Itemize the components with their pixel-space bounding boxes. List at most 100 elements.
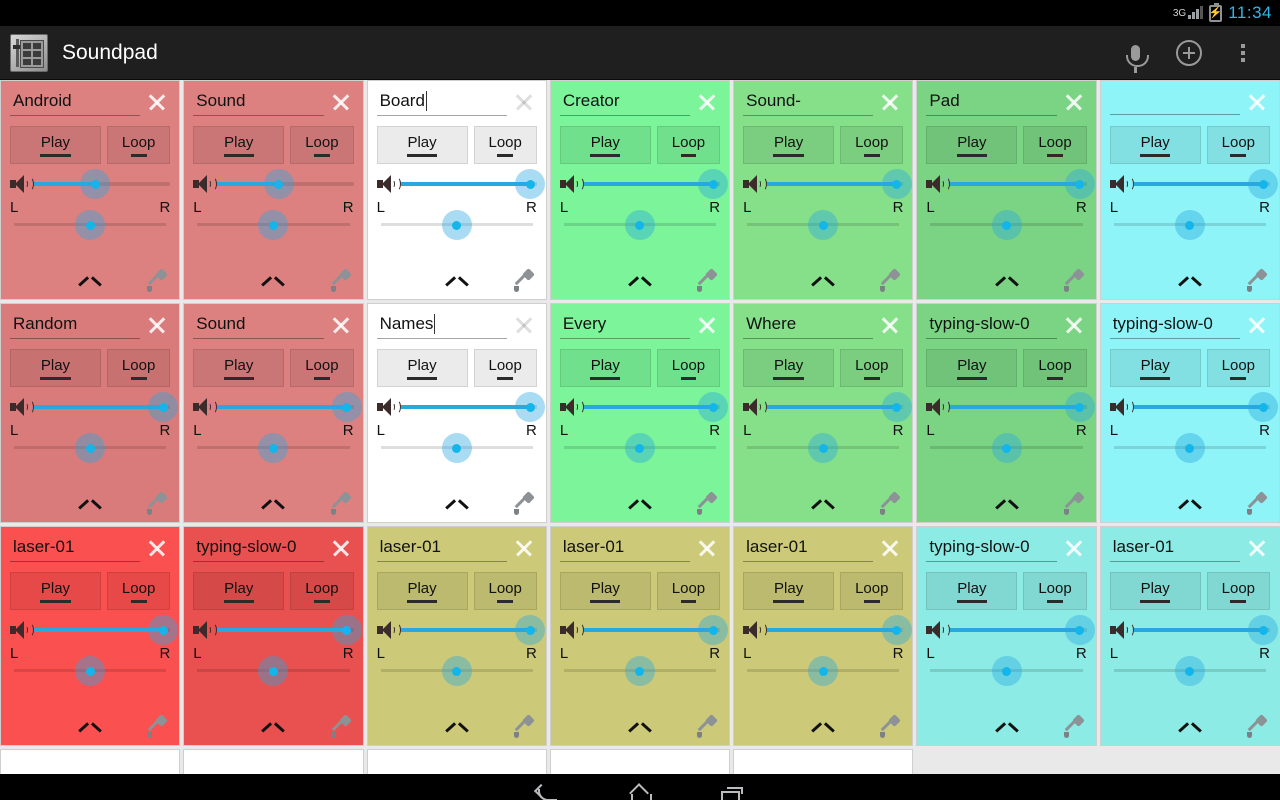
eyedropper-icon[interactable]	[696, 714, 718, 738]
volume-slider-row[interactable]	[376, 615, 546, 645]
volume-slider-thumb[interactable]	[515, 169, 546, 199]
eyedropper-icon[interactable]	[146, 268, 169, 292]
sound-title-input[interactable]: laser-01	[743, 535, 874, 562]
sound-card[interactable]: Play Loop L R	[1099, 80, 1280, 300]
play-button[interactable]: Play	[376, 349, 468, 387]
loop-button[interactable]: Loop	[290, 126, 354, 164]
pan-slider-thumb[interactable]	[991, 433, 1022, 463]
play-button[interactable]: Play	[743, 126, 835, 164]
close-icon[interactable]	[144, 89, 170, 115]
sound-title-input[interactable]: laser-01	[376, 535, 507, 562]
loop-button[interactable]: Loop	[473, 572, 537, 610]
pan-slider[interactable]	[193, 433, 353, 463]
sound-title-input[interactable]: Android	[10, 89, 141, 116]
pan-slider-thumb[interactable]	[258, 656, 289, 686]
volume-slider-row[interactable]	[1109, 615, 1279, 645]
loop-button[interactable]: Loop	[473, 126, 537, 164]
chevron-up-icon[interactable]	[629, 724, 651, 738]
close-icon[interactable]	[1244, 89, 1270, 115]
eyedropper-icon[interactable]	[513, 491, 535, 515]
volume-slider-thumb[interactable]	[881, 169, 912, 199]
close-icon[interactable]	[511, 535, 537, 561]
chevron-up-icon[interactable]	[262, 501, 284, 515]
volume-slider-thumb[interactable]	[1064, 392, 1095, 422]
chevron-up-icon[interactable]	[812, 278, 834, 292]
pan-slider[interactable]	[10, 656, 170, 686]
volume-slider-row[interactable]	[193, 169, 354, 199]
sound-card[interactable]: typing-slow-0 Play Loop L R	[183, 526, 364, 746]
chevron-up-icon[interactable]	[996, 278, 1018, 292]
volume-slider-row[interactable]	[193, 392, 362, 422]
pan-slider-thumb[interactable]	[441, 210, 472, 240]
loop-button[interactable]: Loop	[1206, 349, 1270, 387]
volume-slider-thumb[interactable]	[1064, 615, 1095, 645]
eyedropper-icon[interactable]	[1063, 491, 1085, 515]
volume-slider-row[interactable]	[743, 169, 912, 199]
loop-button[interactable]: Loop	[656, 349, 721, 387]
pan-slider[interactable]	[1110, 433, 1270, 463]
chevron-up-icon[interactable]	[812, 501, 834, 515]
pan-slider-thumb[interactable]	[808, 656, 839, 686]
pan-slider[interactable]	[377, 656, 537, 686]
sound-card-partial[interactable]	[549, 749, 731, 774]
loop-button[interactable]: Loop	[840, 572, 904, 610]
close-icon[interactable]	[1061, 89, 1087, 115]
sound-title-input[interactable]: Creator	[559, 89, 691, 116]
close-icon[interactable]	[144, 535, 170, 561]
volume-slider-row[interactable]	[1109, 392, 1279, 422]
play-button[interactable]: Play	[743, 572, 835, 610]
sound-title-input[interactable]	[1109, 89, 1240, 115]
volume-slider-row[interactable]	[10, 169, 171, 199]
volume-slider[interactable]	[583, 169, 729, 199]
close-icon[interactable]	[328, 312, 354, 338]
pan-slider-thumb[interactable]	[441, 656, 472, 686]
close-icon[interactable]	[1061, 312, 1087, 338]
eyedropper-icon[interactable]	[1246, 714, 1268, 738]
close-icon[interactable]	[694, 535, 720, 561]
sound-card-partial[interactable]	[366, 749, 547, 774]
sound-title-input[interactable]: Sound-	[743, 89, 874, 116]
close-icon[interactable]	[328, 89, 354, 115]
volume-slider-row[interactable]	[10, 615, 179, 645]
play-button[interactable]: Play	[559, 572, 651, 610]
sound-card[interactable]: typing-slow-0 Play Loop L R	[916, 303, 1097, 523]
eyedropper-icon[interactable]	[696, 268, 718, 292]
loop-button[interactable]: Loop	[106, 349, 171, 387]
pan-slider[interactable]	[926, 210, 1086, 240]
eyedropper-icon[interactable]	[330, 268, 352, 292]
play-button[interactable]: Play	[376, 126, 468, 164]
eyedropper-icon[interactable]	[1063, 268, 1085, 292]
pan-slider-thumb[interactable]	[624, 210, 655, 240]
volume-slider-row[interactable]	[193, 615, 362, 645]
volume-slider[interactable]	[583, 615, 729, 645]
volume-slider[interactable]	[217, 392, 362, 422]
sound-title-input[interactable]: typing-slow-0	[1109, 312, 1240, 339]
pan-slider-thumb[interactable]	[441, 433, 472, 463]
pan-slider-thumb[interactable]	[991, 210, 1022, 240]
sound-card[interactable]: laser-01 Play Loop L R	[0, 526, 181, 746]
sound-title-input[interactable]: Every	[559, 312, 691, 339]
sound-title-input[interactable]: Where	[743, 312, 874, 339]
volume-slider[interactable]	[400, 169, 546, 199]
pan-slider[interactable]	[193, 656, 353, 686]
eyedropper-icon[interactable]	[146, 491, 169, 515]
close-icon[interactable]	[144, 312, 170, 338]
volume-slider-thumb[interactable]	[80, 169, 111, 199]
sound-card[interactable]: Where Play Loop L R	[733, 303, 914, 523]
pan-slider[interactable]	[10, 210, 170, 240]
pan-slider[interactable]	[743, 433, 903, 463]
volume-slider-row[interactable]	[926, 615, 1095, 645]
pan-slider[interactable]	[926, 656, 1086, 686]
volume-slider-thumb[interactable]	[331, 615, 362, 645]
volume-slider[interactable]	[950, 392, 1095, 422]
close-icon[interactable]	[694, 89, 720, 115]
sound-card[interactable]: Sound Play Loop L R	[183, 80, 364, 300]
pan-slider[interactable]	[743, 656, 903, 686]
eyedropper-icon[interactable]	[879, 491, 902, 515]
volume-slider[interactable]	[34, 392, 179, 422]
chevron-up-icon[interactable]	[1179, 501, 1201, 515]
play-button[interactable]: Play	[10, 572, 101, 610]
play-button[interactable]: Play	[376, 572, 468, 610]
pan-slider-thumb[interactable]	[258, 433, 289, 463]
record-button[interactable]	[1108, 26, 1162, 80]
